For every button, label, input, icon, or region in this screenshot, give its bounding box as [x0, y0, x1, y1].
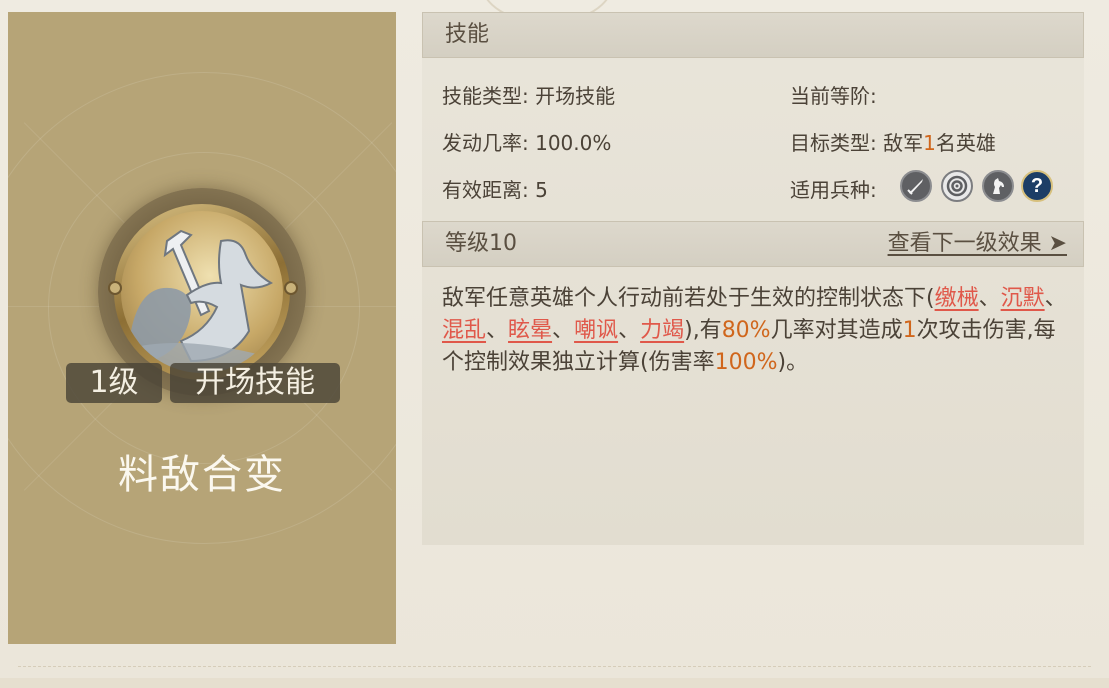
range-label: 有效距离: [442, 178, 529, 202]
trigger-rate-value: 100.0% [535, 131, 612, 155]
bottom-divider [18, 666, 1091, 667]
current-rank-row: 当前等阶: [790, 80, 877, 109]
desc-separator: 、 [978, 286, 1001, 311]
desc-separator: 、 [618, 318, 641, 343]
trigger-rate-label: 发动几率: [442, 131, 529, 155]
skill-header-title: 技能 [445, 22, 490, 47]
keyword-exhaustion[interactable]: 力竭 [640, 318, 684, 343]
unknown-troop-icon[interactable]: ? [1021, 170, 1053, 202]
skill-type-value: 开场技能 [535, 84, 616, 108]
troops-row: 适用兵种: [790, 174, 877, 203]
skill-name: 料敌合变 [118, 452, 286, 498]
question-mark-icon: ? [1030, 174, 1044, 197]
archer-troop-icon[interactable] [941, 170, 973, 202]
trigger-rate-row: 发动几率: 100.0% [442, 127, 611, 156]
skill-medal-icon [121, 211, 283, 373]
target-suffix: 名英雄 [935, 131, 996, 155]
desc-text: 敌军任意英雄个人行动前若处于生效的控制状态下( [442, 286, 935, 311]
target-prefix: 敌军 [883, 131, 924, 155]
skill-header-bar: 技能 [422, 12, 1084, 58]
target-count: 1 [923, 131, 936, 155]
sword-troop-icon[interactable] [900, 170, 932, 202]
desc-text: 几率对其造成 [770, 318, 903, 343]
sword-icon [907, 179, 923, 195]
desc-text: ),有 [684, 318, 722, 343]
skill-type-tag: 开场技能 [170, 363, 340, 403]
skill-description: 敌军任意英雄个人行动前若处于生效的控制状态下(缴械、沉默、混乱、眩晕、嘲讽、力竭… [442, 283, 1072, 379]
range-value: 5 [535, 178, 548, 202]
keyword-silence[interactable]: 沉默 [1001, 286, 1045, 311]
desc-separator: 、 [552, 318, 575, 343]
desc-text: )。 [777, 350, 809, 375]
cavalry-troop-icon[interactable] [982, 170, 1014, 202]
troops-label: 适用兵种: [790, 178, 877, 202]
view-next-level-link[interactable]: 查看下一级效果 ➤ [888, 222, 1067, 266]
skill-card: 1级 开场技能 料敌合变 [8, 12, 396, 644]
skill-type-label: 技能类型: [442, 84, 529, 108]
level-label: 等级10 [445, 231, 517, 256]
horse-icon [993, 178, 1004, 194]
skill-type-row: 技能类型: 开场技能 [442, 80, 615, 109]
keyword-stun[interactable]: 眩晕 [508, 318, 552, 343]
damage-rate-value: 100% [714, 350, 778, 375]
target-type-label: 目标类型: [790, 131, 877, 155]
trigger-chance-value: 80% [721, 318, 771, 343]
bottom-strip [0, 678, 1109, 688]
medal-knob-right [284, 281, 298, 295]
desc-separator: 、 [486, 318, 509, 343]
keyword-taunt[interactable]: 嘲讽 [574, 318, 618, 343]
desc-separator: 、 [1044, 286, 1067, 311]
skill-level-tag: 1级 [66, 363, 162, 403]
medal-knob-left [108, 281, 122, 295]
range-row: 有效距离: 5 [442, 174, 548, 203]
keyword-confusion[interactable]: 混乱 [442, 318, 486, 343]
target-icon [946, 175, 968, 197]
hit-count-value: 1 [902, 318, 917, 343]
target-type-row: 目标类型: 敌军1名英雄 [790, 127, 996, 156]
keyword-disarm[interactable]: 缴械 [935, 286, 979, 311]
current-rank-label: 当前等阶: [790, 84, 877, 108]
level-bar: 等级10 查看下一级效果 ➤ [422, 221, 1084, 267]
warrior-illustration [121, 229, 283, 373]
